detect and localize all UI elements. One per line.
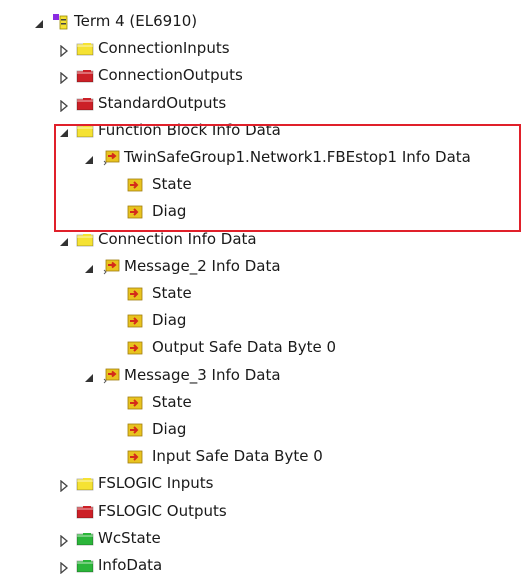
collapsed-arrow-icon[interactable] bbox=[58, 43, 70, 58]
input-folder-icon bbox=[76, 231, 94, 249]
tree-node[interactable]: ConnectionInputs bbox=[0, 35, 525, 62]
input-variable-icon bbox=[126, 312, 144, 330]
input-variable-icon bbox=[126, 394, 144, 412]
tree-node-label: Message_2 Info Data bbox=[124, 256, 281, 275]
variable-group-icon bbox=[102, 258, 120, 276]
status-folder-icon bbox=[76, 557, 94, 575]
tree-node[interactable]: Input Safe Data Byte 0 bbox=[0, 443, 525, 470]
input-folder-icon bbox=[76, 40, 94, 58]
tree-node[interactable]: InfoData bbox=[0, 552, 525, 579]
input-variable-icon bbox=[126, 285, 144, 303]
tree-node[interactable]: Term 4 (EL6910) bbox=[0, 8, 525, 35]
input-variable-icon bbox=[126, 339, 144, 357]
output-folder-icon bbox=[76, 95, 94, 113]
input-variable-icon bbox=[126, 421, 144, 439]
tree-node-label: Term 4 (EL6910) bbox=[74, 12, 198, 30]
tree-node[interactable]: WcState bbox=[0, 525, 525, 552]
tree-node-label: State bbox=[152, 392, 192, 411]
tree-node[interactable]: Diag bbox=[0, 307, 525, 334]
output-folder-icon bbox=[76, 67, 94, 85]
tree-node-label: ConnectionInputs bbox=[98, 39, 230, 58]
collapsed-arrow-icon[interactable] bbox=[58, 533, 70, 548]
expanded-arrow-icon[interactable] bbox=[33, 16, 45, 28]
highlight-box bbox=[54, 124, 521, 232]
collapsed-arrow-icon[interactable] bbox=[58, 560, 70, 575]
io-tree: Term 4 (EL6910) ConnectionInputs Connectio… bbox=[0, 0, 525, 582]
collapsed-arrow-icon[interactable] bbox=[58, 98, 70, 112]
expanded-arrow-icon[interactable] bbox=[83, 370, 95, 382]
input-variable-icon bbox=[126, 448, 144, 466]
tree-node[interactable]: Message_2 Info Data bbox=[0, 253, 525, 280]
tree-node-label: Output Safe Data Byte 0 bbox=[152, 338, 337, 357]
tree-node[interactable]: ConnectionOutputs bbox=[0, 62, 525, 89]
tree-node-label: WcState bbox=[98, 528, 161, 547]
tree-node-label: FSLOGIC Outputs bbox=[98, 501, 227, 520]
expanded-arrow-icon[interactable] bbox=[83, 261, 95, 273]
tree-node[interactable]: FSLOGIC Inputs bbox=[0, 470, 525, 497]
input-folder-icon bbox=[76, 475, 94, 493]
tree-node-label: State bbox=[152, 284, 192, 302]
tree-node[interactable]: State bbox=[0, 389, 525, 416]
variable-group-icon bbox=[102, 367, 120, 385]
tree-node-label: InfoData bbox=[98, 556, 163, 574]
collapsed-arrow-icon[interactable] bbox=[58, 478, 70, 493]
tree-node[interactable]: State bbox=[0, 280, 525, 307]
output-folder-icon bbox=[76, 503, 94, 521]
tree-node-label: FSLOGIC Inputs bbox=[98, 474, 214, 493]
tree-node-label: Input Safe Data Byte 0 bbox=[152, 447, 323, 466]
tree-node[interactable]: StandardOutputs bbox=[0, 90, 525, 117]
expanded-arrow-icon[interactable] bbox=[58, 234, 70, 246]
status-folder-icon bbox=[76, 530, 94, 548]
tree-node-label: Message_3 Info Data bbox=[124, 365, 281, 384]
tree-node-label: Diag bbox=[152, 311, 187, 330]
tree-node[interactable]: Diag bbox=[0, 416, 525, 443]
tree-node-label: Diag bbox=[152, 420, 187, 438]
tree-node-label: ConnectionOutputs bbox=[98, 66, 243, 85]
tree-node[interactable]: Output Safe Data Byte 0 bbox=[0, 334, 525, 361]
tree-node[interactable]: FSLOGIC Outputs bbox=[0, 498, 525, 525]
collapsed-arrow-icon[interactable] bbox=[58, 70, 70, 85]
terminal-icon bbox=[51, 13, 69, 31]
tree-node[interactable]: Message_3 Info Data bbox=[0, 362, 525, 389]
tree-node-label: StandardOutputs bbox=[98, 93, 227, 112]
